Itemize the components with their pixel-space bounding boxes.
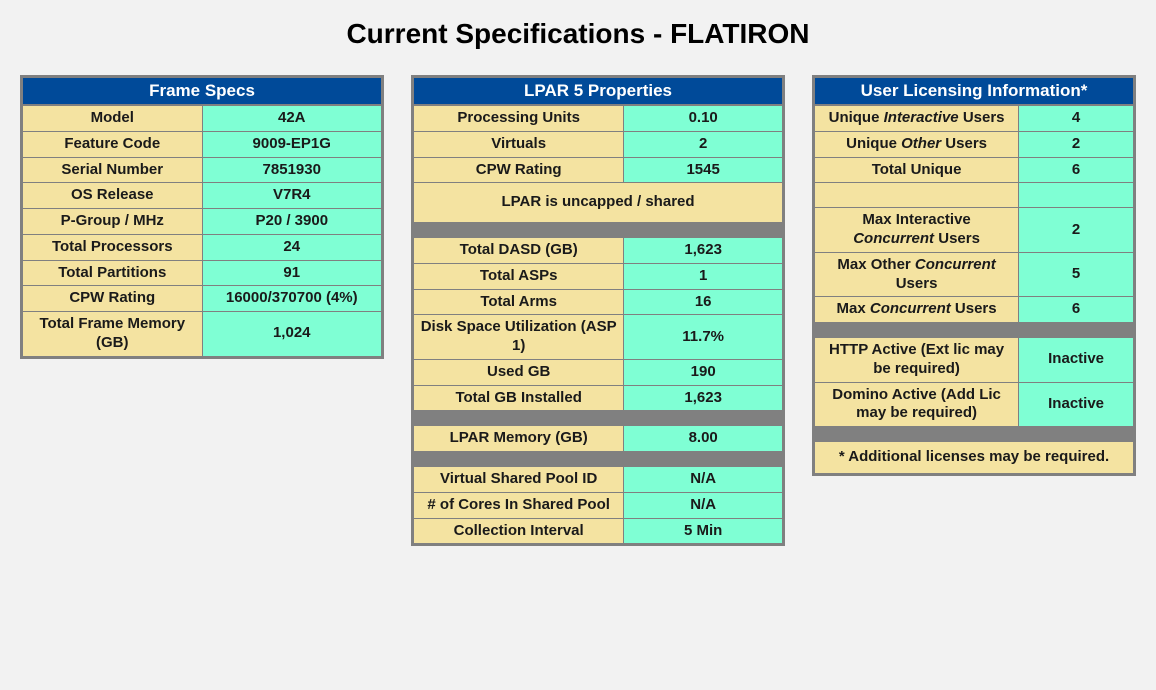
columns-container: Frame Specs Model42A Feature Code9009-EP… xyxy=(0,75,1156,546)
unique-other-label: Unique Other Users xyxy=(815,131,1019,157)
licensing-header: User Licensing Information* xyxy=(814,77,1134,105)
table-row: # of Cores In Shared PoolN/A xyxy=(414,492,783,518)
lpar-properties-panel: LPAR 5 Properties Processing Units0.10 V… xyxy=(411,75,785,546)
licensing-table: Unique Interactive Users 4 Unique Other … xyxy=(814,105,1134,474)
table-row: Feature Code9009-EP1G xyxy=(23,131,382,157)
table-row: Total Frame Memory (GB)1,024 xyxy=(23,312,382,357)
table-row: Total Partitions91 xyxy=(23,260,382,286)
table-row: Max Other Concurrent Users 5 xyxy=(815,252,1134,297)
lpar-note: LPAR is uncapped / shared xyxy=(414,183,783,223)
section-divider xyxy=(815,427,1134,442)
table-row: Model42A xyxy=(23,106,382,132)
max-other-label: Max Other Concurrent Users xyxy=(815,252,1019,297)
table-row: CPW Rating16000/370700 (4%) xyxy=(23,286,382,312)
table-row: Virtual Shared Pool IDN/A xyxy=(414,467,783,493)
table-row: Total GB Installed1,623 xyxy=(414,385,783,411)
max-concurrent-label: Max Concurrent Users xyxy=(815,297,1019,323)
section-divider xyxy=(414,452,783,467)
lpar-header: LPAR 5 Properties xyxy=(413,77,783,105)
blank-row xyxy=(815,183,1134,208)
table-row: Disk Space Utilization (ASP 1)11.7% xyxy=(414,315,783,360)
max-interactive-label: Max Interactive Concurrent Users xyxy=(815,208,1019,253)
section-divider xyxy=(414,411,783,426)
table-row: Serial Number7851930 xyxy=(23,157,382,183)
licensing-panel: User Licensing Information* Unique Inter… xyxy=(812,75,1136,476)
table-row: HTTP Active (Ext lic may be required) In… xyxy=(815,338,1134,383)
table-row: Total Processors24 xyxy=(23,234,382,260)
table-row: Used GB190 xyxy=(414,359,783,385)
table-row: Virtuals2 xyxy=(414,131,783,157)
table-row: Collection Interval5 Min xyxy=(414,518,783,544)
table-row: Max Interactive Concurrent Users 2 xyxy=(815,208,1134,253)
table-row: Domino Active (Add Lic may be required) … xyxy=(815,382,1134,427)
table-row: Unique Interactive Users 4 xyxy=(815,106,1134,132)
table-row: Total Arms16 xyxy=(414,289,783,315)
lpar-table: Processing Units0.10 Virtuals2 CPW Ratin… xyxy=(413,105,783,544)
frame-specs-header: Frame Specs xyxy=(22,77,382,105)
frame-specs-panel: Frame Specs Model42A Feature Code9009-EP… xyxy=(20,75,384,359)
table-row: P-Group / MHzP20 / 3900 xyxy=(23,209,382,235)
table-row: Max Concurrent Users 6 xyxy=(815,297,1134,323)
table-row: OS ReleaseV7R4 xyxy=(23,183,382,209)
table-row: Total DASD (GB)1,623 xyxy=(414,238,783,264)
unique-interactive-label: Unique Interactive Users xyxy=(815,106,1019,132)
section-divider xyxy=(414,223,783,238)
table-row: Unique Other Users 2 xyxy=(815,131,1134,157)
table-row: Processing Units0.10 xyxy=(414,106,783,132)
section-divider xyxy=(815,323,1134,338)
page-title: Current Specifications - FLATIRON xyxy=(0,0,1156,75)
table-row: Total Unique 6 xyxy=(815,157,1134,183)
table-row: Total ASPs1 xyxy=(414,263,783,289)
licensing-footnote: * Additional licenses may be required. xyxy=(815,442,1134,474)
table-row: CPW Rating1545 xyxy=(414,157,783,183)
table-row: LPAR Memory (GB)8.00 xyxy=(414,426,783,452)
frame-specs-table: Model42A Feature Code9009-EP1G Serial Nu… xyxy=(22,105,382,357)
